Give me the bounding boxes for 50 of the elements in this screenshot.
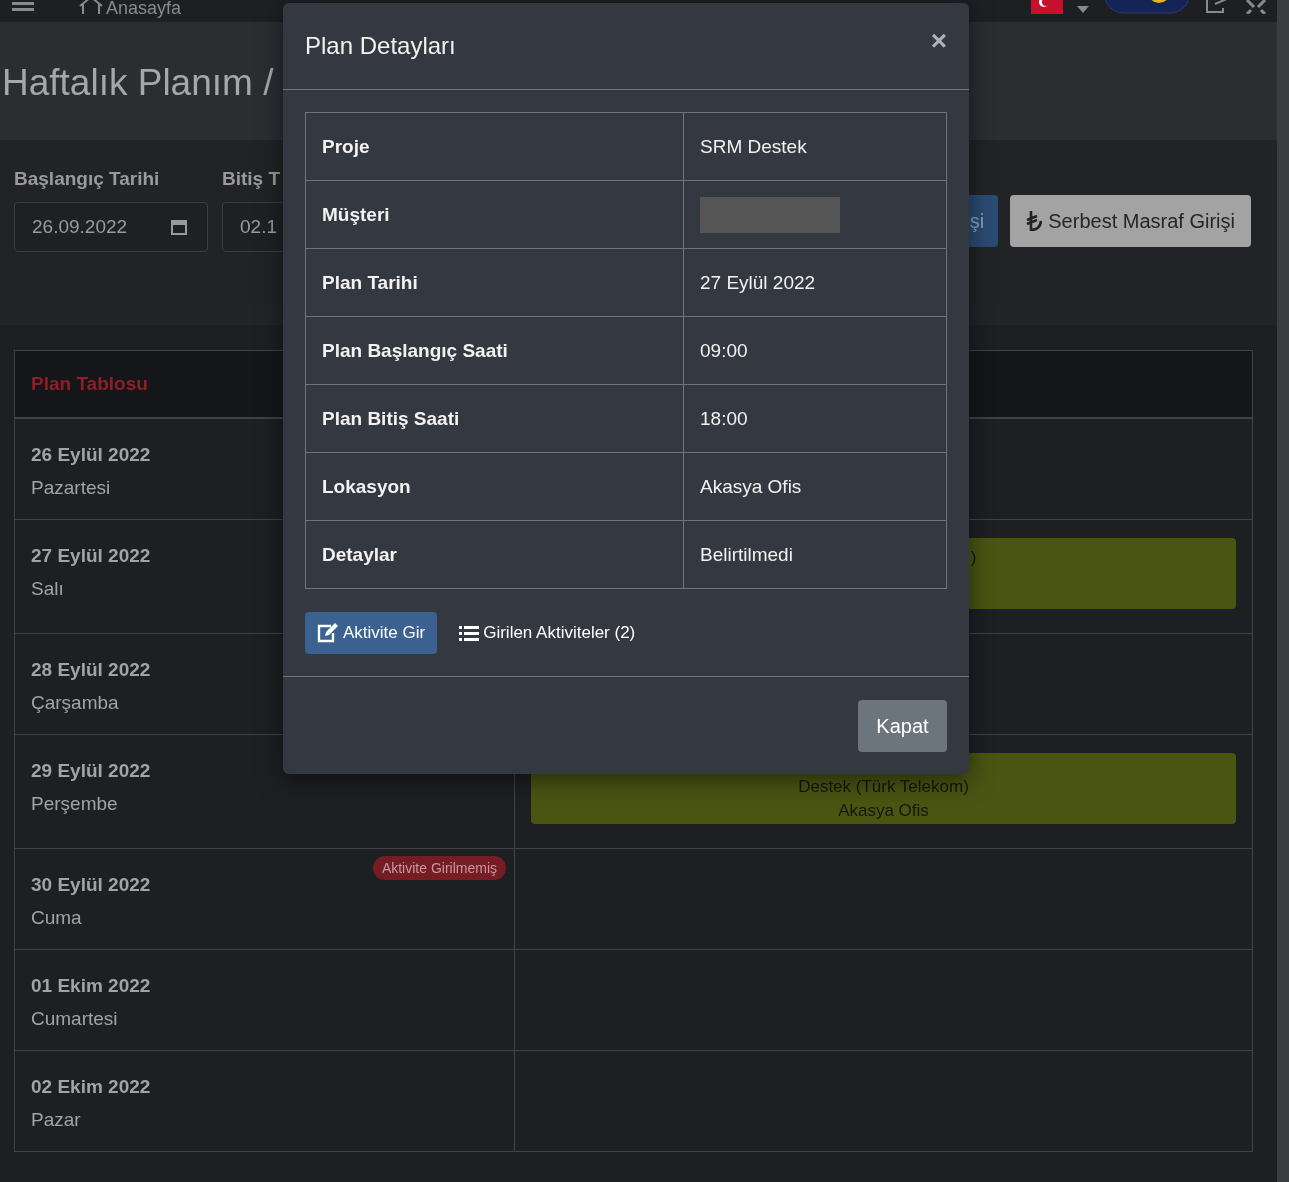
day-date: 28 Eylül 2022 [31,658,151,682]
table-cell: Proje [306,113,684,180]
day-name: Çarşamba [31,691,119,715]
table-cell: Detaylar [306,521,684,588]
activities-link[interactable]: Girilen Aktiviteler (2) [459,623,636,643]
field-label: Başlangıç Tarihi [14,168,161,190]
table-cell: Plan Bitiş Saati [306,385,684,452]
close-button[interactable]: × [930,25,947,57]
enter-activity-button[interactable]: Aktivite Gir [305,612,438,654]
day-name: Pazar [31,1108,81,1132]
caret-icon[interactable] [1077,6,1089,14]
list-icon [459,625,480,641]
menu-icon[interactable] [12,2,34,14]
home-link[interactable]: Anasayfa [106,0,182,18]
day-name: Salı [31,577,64,601]
day-name: Perşembe [31,792,118,816]
calendar-icon[interactable] [171,219,187,235]
edit-icon [317,623,339,643]
table-cell-text: Belirtilmedi [699,542,794,567]
scrollbar[interactable] [1277,0,1289,1182]
table-cell: Plan Tarihi [306,249,684,316]
field-label: Bitiş T [222,168,282,190]
day-date: 30 Eylül 2022 [31,873,151,897]
table-cell-text: 09:00 [699,338,749,363]
expand-icon[interactable] [1245,0,1267,14]
table-cell: Lokasyon [306,453,684,520]
table-cell-text: Akasya Ofis [699,474,803,499]
day-name: Cuma [31,906,82,930]
table-cell: Müşteri [306,181,684,248]
table-cell-text: SRM Destek [699,134,808,159]
modal-title: Plan Detayları [305,32,456,60]
home-icon [78,0,104,14]
day-date: 02 Ekim 2022 [31,1075,151,1099]
close-dialog-button[interactable]: Kapat [858,700,947,752]
table-cell-text: 18:00 [699,406,749,431]
flag-icon[interactable] [1031,0,1063,14]
status-badge: Aktivite Girilmemiş [372,856,506,880]
page-title: Haftalık Planım / [2,62,274,104]
table-cell-text: 27 Eylül 2022 [699,270,817,295]
day-name: Cumartesi [31,1007,118,1031]
day-date: 01 Ekim 2022 [31,974,151,998]
day-date: 29 Eylül 2022 [31,759,151,783]
date-field[interactable]: 26.09.2022 [14,202,208,252]
day-date: 27 Eylül 2022 [31,544,151,568]
expense-button[interactable]: Serbest Masraf Girişi [1010,195,1251,247]
day-date: 26 Eylül 2022 [31,443,151,467]
table-cell: Plan Başlangıç Saati [306,317,684,384]
day-name: Pazartesi [31,476,111,500]
table-title: Plan Tablosu [31,373,148,395]
lira-icon [1026,211,1043,231]
